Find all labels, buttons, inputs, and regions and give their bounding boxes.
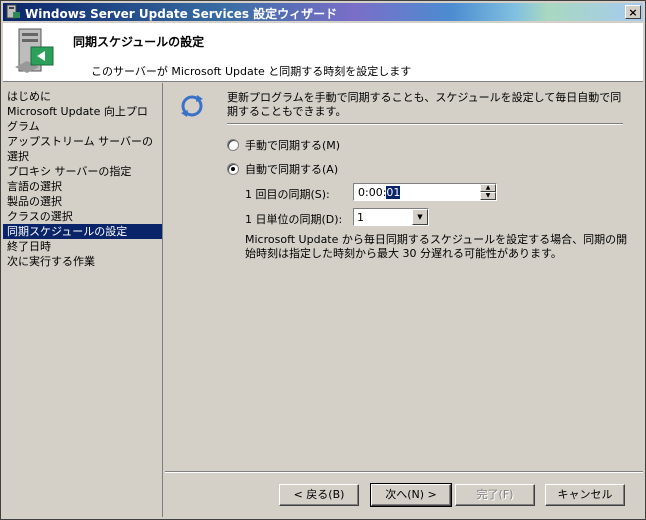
content-panel: 更新プログラムを手動で同期することも、スケジュールを設定して毎日自動で同期するこ… bbox=[165, 83, 643, 473]
nav-item-improvement[interactable]: Microsoft Update 向上プログラム bbox=[3, 104, 162, 134]
first-sync-spinner[interactable]: ▲ ▼ bbox=[480, 184, 496, 200]
spin-up-icon[interactable]: ▲ bbox=[480, 184, 496, 192]
chevron-down-icon[interactable]: ▼ bbox=[412, 209, 428, 225]
manual-sync-radio[interactable] bbox=[227, 139, 239, 151]
nav-item-next-steps[interactable]: 次に実行する作業 bbox=[3, 254, 162, 269]
nav-item-start[interactable]: はじめに bbox=[3, 89, 162, 104]
auto-sync-label: 自動で同期する(A) bbox=[245, 163, 339, 176]
auto-sync-radio[interactable] bbox=[227, 163, 239, 175]
finish-button[interactable]: 完了(F) bbox=[455, 484, 535, 506]
sync-note-text: Microsoft Update から毎日同期するスケジュールを設定する場合、同… bbox=[245, 233, 628, 260]
window-title: Windows Server Update Services 設定ウィザード bbox=[25, 7, 338, 21]
per-day-select[interactable]: 1 ▼ bbox=[353, 208, 429, 226]
per-day-value: 1 bbox=[357, 211, 364, 224]
manual-sync-option[interactable]: 手動で同期する(M) bbox=[227, 137, 340, 153]
sync-icon bbox=[181, 95, 203, 117]
cancel-button[interactable]: キャンセル bbox=[545, 484, 625, 506]
auto-sync-option[interactable]: 自動で同期する(A) bbox=[227, 161, 338, 177]
first-sync-time-prefix: 0:00: bbox=[358, 186, 387, 199]
first-sync-time-selected: 01 bbox=[386, 186, 401, 199]
next-button[interactable]: 次へ(N) > bbox=[370, 483, 452, 507]
manual-sync-label: 手動で同期する(M) bbox=[245, 139, 341, 152]
nav-item-finish[interactable]: 終了日時 bbox=[3, 239, 162, 254]
per-day-label: 1 日単位の同期(D): bbox=[245, 213, 343, 226]
wizard-steps-nav: はじめに Microsoft Update 向上プログラム アップストリーム サ… bbox=[3, 83, 163, 517]
nav-item-classes[interactable]: クラスの選択 bbox=[3, 209, 162, 224]
spin-down-icon[interactable]: ▼ bbox=[480, 192, 496, 200]
nav-item-upstream[interactable]: アップストリーム サーバーの選択 bbox=[3, 134, 162, 164]
footer-divider bbox=[165, 471, 643, 473]
title-bar[interactable]: Windows Server Update Services 設定ウィザード × bbox=[3, 3, 643, 21]
wizard-window: Windows Server Update Services 設定ウィザード ×… bbox=[0, 0, 646, 520]
nav-item-proxy[interactable]: プロキシ サーバーの指定 bbox=[3, 164, 162, 179]
back-button[interactable]: < 戻る(B) bbox=[279, 484, 359, 506]
server-update-icon bbox=[15, 28, 54, 73]
wizard-header: 同期スケジュールの設定 このサーバーが Microsoft Update と同期… bbox=[3, 23, 643, 82]
nav-item-products[interactable]: 製品の選択 bbox=[3, 194, 162, 209]
first-sync-time-input[interactable]: 0:00:01 ▲ ▼ bbox=[353, 183, 497, 201]
first-sync-label: 1 回目の同期(S): bbox=[245, 188, 330, 201]
wsus-app-icon bbox=[6, 4, 20, 19]
description-text: 更新プログラムを手動で同期することも、スケジュールを設定して毎日自動で同期するこ… bbox=[227, 91, 622, 118]
nav-item-sync-schedule[interactable]: 同期スケジュールの設定 bbox=[3, 224, 162, 239]
divider bbox=[227, 123, 623, 125]
close-button[interactable]: × bbox=[625, 5, 641, 19]
page-subtitle: このサーバーが Microsoft Update と同期する時刻を設定します bbox=[91, 65, 412, 78]
nav-item-language[interactable]: 言語の選択 bbox=[3, 179, 162, 194]
page-title: 同期スケジュールの設定 bbox=[73, 35, 205, 49]
